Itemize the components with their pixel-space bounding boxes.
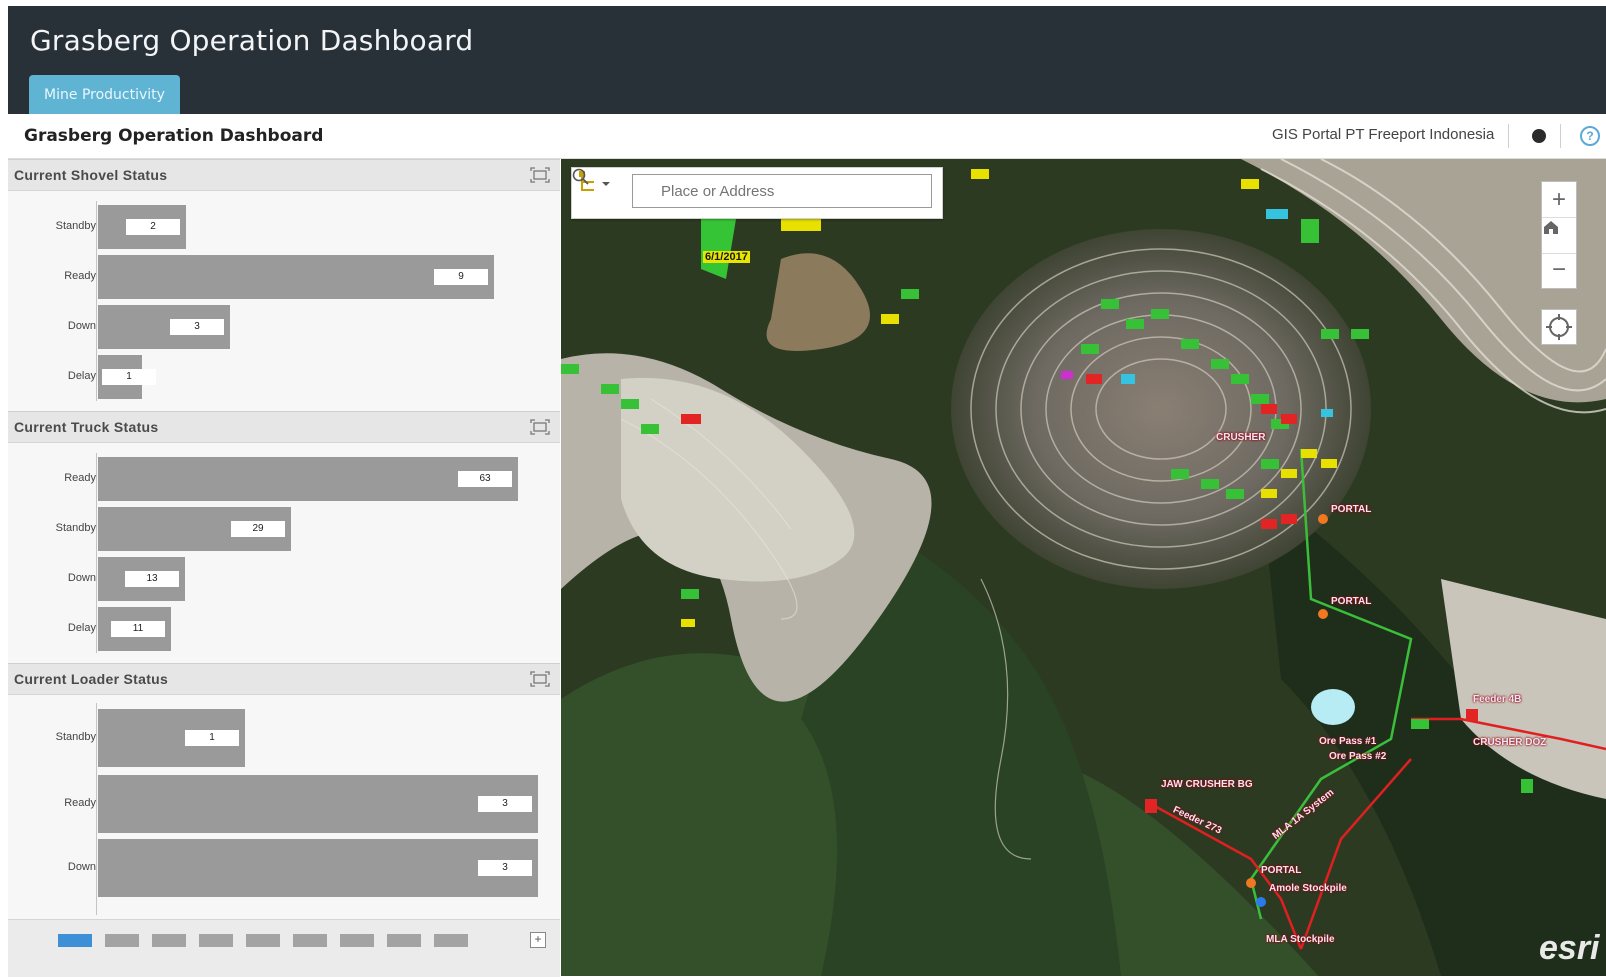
status-bar[interactable]: 1 (98, 355, 156, 399)
map-label-mla-stockpile: MLA Stockpile (1266, 934, 1335, 945)
bar-label: Delay (67, 370, 96, 382)
bar-label: Standby (55, 522, 96, 534)
bar-label: Down (67, 320, 96, 332)
shovel-status-panel: Current Shovel Status Standby 2 Ready 9 Down… (8, 159, 560, 411)
divider (1508, 124, 1509, 148)
home-icon (1544, 221, 1558, 234)
pager-dot[interactable] (387, 934, 421, 947)
map-label-feeder: Feeder 4B (1473, 694, 1522, 705)
bar-value: 3 (170, 319, 224, 335)
pager-dot[interactable] (199, 934, 233, 947)
bar-label: Ready (64, 797, 96, 809)
status-bar[interactable]: 63 (98, 457, 518, 501)
bar-label: Down (67, 572, 96, 584)
chart-axis (96, 453, 97, 653)
map-label-crusher: CRUSHER (1216, 432, 1266, 443)
divider (1560, 124, 1561, 148)
help-icon[interactable]: ? (1580, 126, 1600, 146)
bar-label: Standby (55, 220, 96, 232)
dashboard-title-bar: Grasberg Operation Dashboard GIS Portal … (8, 114, 1606, 159)
map-label-amole-stockpile: Amole Stockpile (1269, 883, 1347, 894)
bar-value: 1 (185, 730, 239, 746)
map-label-crusher: CRUSHER DOZ (1473, 737, 1547, 748)
satellite-imagery (561, 159, 1606, 976)
bar-label: Standby (55, 731, 96, 743)
home-button[interactable] (1542, 217, 1576, 254)
pager-dot[interactable] (340, 934, 374, 947)
bar-label: Ready (64, 472, 96, 484)
date-label: 6/1/2017 (703, 251, 750, 263)
bar-value: 11 (111, 621, 165, 637)
status-bar[interactable]: 1 (98, 709, 245, 767)
chart-axis (96, 703, 97, 915)
status-bar[interactable]: 2 (98, 205, 186, 249)
panel-title: Current Truck Status (14, 419, 159, 435)
map-label-jaw-crusher: JAW CRUSHER BG (1161, 779, 1253, 790)
status-panels: Current Shovel Status Standby 2 Ready 9 Down… (8, 159, 560, 977)
pager-dot[interactable] (152, 934, 186, 947)
bar-value: 63 (458, 471, 512, 487)
map-label-portal: PORTAL (1261, 865, 1302, 876)
zoom-control: + − (1541, 181, 1577, 289)
bar-label: Ready (64, 270, 96, 282)
bar-value: 9 (434, 269, 488, 285)
status-bar[interactable]: 13 (98, 557, 185, 601)
app-header: Grasberg Operation Dashboard Mine Produc… (8, 6, 1606, 115)
pager-dot[interactable] (58, 934, 92, 947)
status-bar[interactable]: 3 (98, 305, 230, 349)
pager-dot[interactable] (293, 934, 327, 947)
panel-title: Current Loader Status (14, 671, 169, 687)
status-bar[interactable]: 11 (98, 607, 171, 651)
pager-expand-button[interactable]: + (530, 932, 546, 948)
panel-pager: + (8, 919, 560, 977)
search-input[interactable] (632, 174, 932, 208)
portal-link[interactable]: GIS Portal PT Freeport Indonesia (1272, 126, 1494, 143)
map-label-portal: PORTAL (1331, 504, 1372, 515)
expand-icon[interactable] (530, 419, 550, 435)
bar-value: 3 (478, 796, 532, 812)
zoom-in-button[interactable]: + (1542, 182, 1576, 217)
theme-toggle-icon[interactable] (1532, 129, 1546, 143)
panel-header: Current Loader Status (8, 663, 560, 695)
map-label-ore-pass: Ore Pass #2 (1329, 751, 1387, 762)
bar-value: 29 (231, 521, 285, 537)
loader-status-panel: Current Loader Status Standby 1 Ready 3 Down… (8, 663, 560, 919)
map-label-portal: PORTAL (1331, 596, 1372, 607)
panel-header: Current Truck Status (8, 411, 560, 443)
map-label-ore-pass: Ore Pass #1 (1319, 736, 1377, 747)
map-view[interactable]: 6/1/2017 CRUSHER PORTAL PORTAL PORTAL JA… (561, 159, 1606, 976)
bar-label: Down (67, 861, 96, 873)
bar-value: 1 (102, 369, 156, 385)
bar-value: 2 (126, 219, 180, 235)
truck-status-panel: Current Truck Status Ready 63 Standby 29 Dow… (8, 411, 560, 663)
status-bar[interactable]: 3 (98, 775, 538, 833)
chart-axis (96, 201, 97, 401)
bar-label: Delay (67, 622, 96, 634)
expand-icon[interactable] (530, 671, 550, 687)
pager-dot[interactable] (105, 934, 139, 947)
status-bar[interactable]: 3 (98, 839, 538, 897)
pager-dot[interactable] (434, 934, 468, 947)
bar-value: 3 (478, 860, 532, 876)
panel-header: Current Shovel Status (8, 159, 560, 191)
expand-icon[interactable] (530, 167, 550, 183)
search-icon (572, 168, 589, 185)
tab-mine-productivity[interactable]: Mine Productivity (29, 75, 180, 115)
bar-value: 13 (125, 571, 179, 587)
locate-icon (1546, 314, 1572, 340)
search-widget (571, 167, 943, 219)
panel-title: Current Shovel Status (14, 167, 168, 183)
pager-dot[interactable] (246, 934, 280, 947)
status-bar[interactable]: 29 (98, 507, 291, 551)
esri-logo: esri (1539, 929, 1600, 967)
status-bar[interactable]: 9 (98, 255, 494, 299)
page-title: Grasberg Operation Dashboard (24, 126, 324, 146)
app-title: Grasberg Operation Dashboard (30, 24, 474, 57)
locate-button[interactable] (1541, 309, 1577, 345)
zoom-out-button[interactable]: − (1542, 252, 1576, 287)
